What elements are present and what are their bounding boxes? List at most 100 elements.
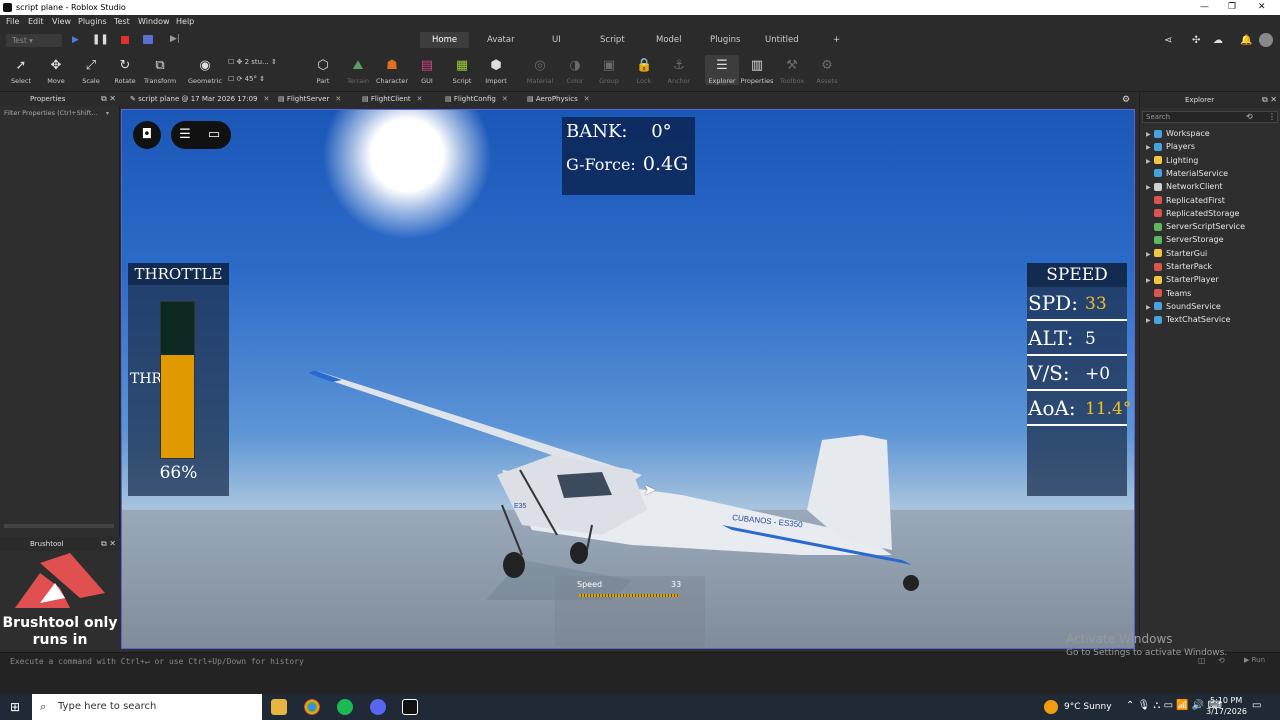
menu-plugins[interactable]: Plugins [78,17,107,26]
chevron-right-icon[interactable]: ▶ [1146,184,1154,191]
tree-item-startergui[interactable]: ▶ StarterGui [1146,249,1207,258]
chevron-right-icon[interactable]: ▶ [1146,144,1154,151]
chevron-right-icon[interactable]: ▶ [1146,304,1154,311]
script-button[interactable]: ▦ Script [445,58,479,85]
scale-tool-button[interactable]: ⤢ Scale [74,58,108,85]
doc-tab-flightserver[interactable]: ▤ FlightServer ✕ [278,95,341,103]
step-icon[interactable]: ▶| [170,34,180,44]
tree-item-starterpack[interactable]: StarterPack [1146,262,1212,271]
explorer-toggle-button[interactable]: ☰ Explorer [705,55,739,85]
run-button[interactable]: ▶ Run [1244,656,1265,664]
play-icon[interactable]: ▶ [72,35,79,45]
select-tool-button[interactable]: ➚ Select [4,58,38,85]
spotify-icon[interactable] [337,699,353,715]
tab-untitled[interactable]: Untitled [765,35,799,45]
test-mode-dropdown[interactable]: Test ▾ [6,34,62,47]
menu-window[interactable]: Window [138,17,170,26]
doc-tab-aerophysics[interactable]: ▤ AeroPhysics ✕ [527,95,590,103]
doc-tab-flightclient[interactable]: ▤ FlightClient ✕ [362,95,423,103]
cloud-icon[interactable]: ☁ [1213,35,1223,46]
windows-start-icon[interactable]: ⊞ [10,700,20,714]
minimize-icon[interactable]: — [1200,2,1209,12]
chevron-right-icon[interactable]: ▶ [1146,131,1154,138]
notification-icon[interactable]: 🔔 [1240,35,1252,46]
game-viewport[interactable]: CUBANOS - ES350 E35 ◘ ☰ ▭ BANK: 0° G-For… [121,109,1135,649]
color-button[interactable]: ◑ Color [558,58,592,85]
share-icon[interactable]: ⋖ [1164,35,1172,46]
transform-tool-button[interactable]: ⧉ Transform [143,58,177,85]
geometric-tool-button[interactable]: ◉ Geometric [188,58,222,85]
stop-icon[interactable] [121,36,129,44]
tree-item-soundservice[interactable]: ▶ SoundService [1146,302,1221,311]
group-button[interactable]: ▣ Group [592,58,626,85]
tree-item-lighting[interactable]: ▶ Lighting [1146,156,1198,165]
move-tool-button[interactable]: ✥ Move [39,58,73,85]
terrain-button[interactable]: ⛰ Terrain [341,58,375,85]
collaborate-icon[interactable]: ✣ [1192,35,1200,46]
menu-file[interactable]: File [6,17,19,26]
tab-plugins[interactable]: Plugins [710,35,740,45]
assets-button[interactable]: ⚙ Assets [810,58,844,85]
rotate-tool-button[interactable]: ↻ Rotate [108,58,142,85]
tab-model[interactable]: Model [656,35,682,45]
rotate-snap-field[interactable]: ☐ ⟳ 45° ⇕ [228,75,265,83]
tree-item-serverscriptservice[interactable]: ServerScriptService [1146,222,1245,231]
menu-edit[interactable]: Edit [28,17,44,26]
discord-icon[interactable] [370,699,386,715]
command-input[interactable]: Execute a command with Ctrl+↵ or use Ctr… [10,657,304,666]
material-button[interactable]: ◎ Material [523,58,557,85]
character-button[interactable]: ☗ Character [375,58,409,85]
menu-test[interactable]: Test [114,17,130,26]
file-explorer-icon[interactable] [271,699,287,715]
close-icon[interactable]: ⧉ ✕ [101,94,116,104]
lock-button[interactable]: 🔒 Lock [627,58,661,85]
gui-button[interactable]: ▤ GUI [410,58,444,85]
part-button[interactable]: ⬡ Part [306,58,340,85]
client-server-icon[interactable] [143,35,153,44]
tree-item-serverstorage[interactable]: ServerStorage [1146,235,1224,244]
anchor-button[interactable]: ⚓ Anchor [662,58,696,85]
tree-item-networkclient[interactable]: ▶ NetworkClient [1146,182,1223,191]
taskbar-search[interactable]: Type here to search [32,694,262,720]
chevron-right-icon[interactable]: ▶ [1146,251,1154,258]
tab-home[interactable]: Home [420,32,470,48]
chevron-right-icon[interactable]: ▶ [1146,158,1154,165]
properties-toggle-button[interactable]: ▥ Properties [740,58,774,85]
chat-icon[interactable]: ▭ [200,121,228,149]
hamburger-menu-icon[interactable]: ☰ [171,121,199,149]
tree-item-workspace[interactable]: ▶ Workspace [1146,129,1210,138]
tree-item-textchatservice[interactable]: ▶ TextChatService [1146,315,1230,324]
chevron-down-icon[interactable]: ▾ [106,110,109,117]
maximize-icon[interactable]: ❐ [1228,2,1236,12]
tab-script[interactable]: Script [600,35,625,45]
tree-item-replicatedfirst[interactable]: ReplicatedFirst [1146,196,1225,205]
toolbox-button[interactable]: ⚒ Toolbox [775,58,809,85]
tab-avatar[interactable]: Avatar [487,35,515,45]
move-snap-field[interactable]: ☐ ✥ 2 stu... ⇕ [228,58,277,66]
history-icon[interactable]: ⟲ [1246,112,1253,121]
tab-ui[interactable]: UI [552,35,561,45]
filter-properties-input[interactable]: Filter Properties (Ctrl+Shift... [4,109,98,117]
tree-item-starterplayer[interactable]: ▶ StarterPlayer [1146,275,1219,284]
doc-tab-place[interactable]: ✎ script plane @ 17 Mar 2026 17:09 ✕ [130,95,269,103]
menu-help[interactable]: Help [176,17,194,26]
tab-add[interactable]: + [833,35,840,45]
tree-item-replicatedstorage[interactable]: ReplicatedStorage [1146,209,1239,218]
notification-center-icon[interactable]: ▭ [1252,700,1261,711]
scrollbar[interactable] [4,524,114,528]
tree-item-materialservice[interactable]: MaterialService [1146,169,1228,178]
tree-item-teams[interactable]: Teams [1146,289,1191,298]
explorer-search-input[interactable]: Search [1142,111,1278,123]
roblox-menu-button[interactable]: ◘ [133,121,161,149]
roblox-studio-icon[interactable] [402,699,418,715]
chrome-icon[interactable] [304,699,320,715]
import-button[interactable]: ⬢ Import [479,58,513,85]
close-icon[interactable]: ⧉ ✕ [1262,95,1277,105]
doc-tab-flightconfig[interactable]: ▤ FlightConfig ✕ [445,95,508,103]
avatar[interactable] [1259,33,1273,47]
chevron-right-icon[interactable]: ▶ [1146,317,1154,324]
tree-item-players[interactable]: ▶ Players [1146,142,1195,151]
filter-icon[interactable]: ⋮ [1268,112,1276,121]
close-icon[interactable]: ⧉ ✕ [101,539,116,549]
settings-icon[interactable]: ⚙ [1122,95,1130,105]
